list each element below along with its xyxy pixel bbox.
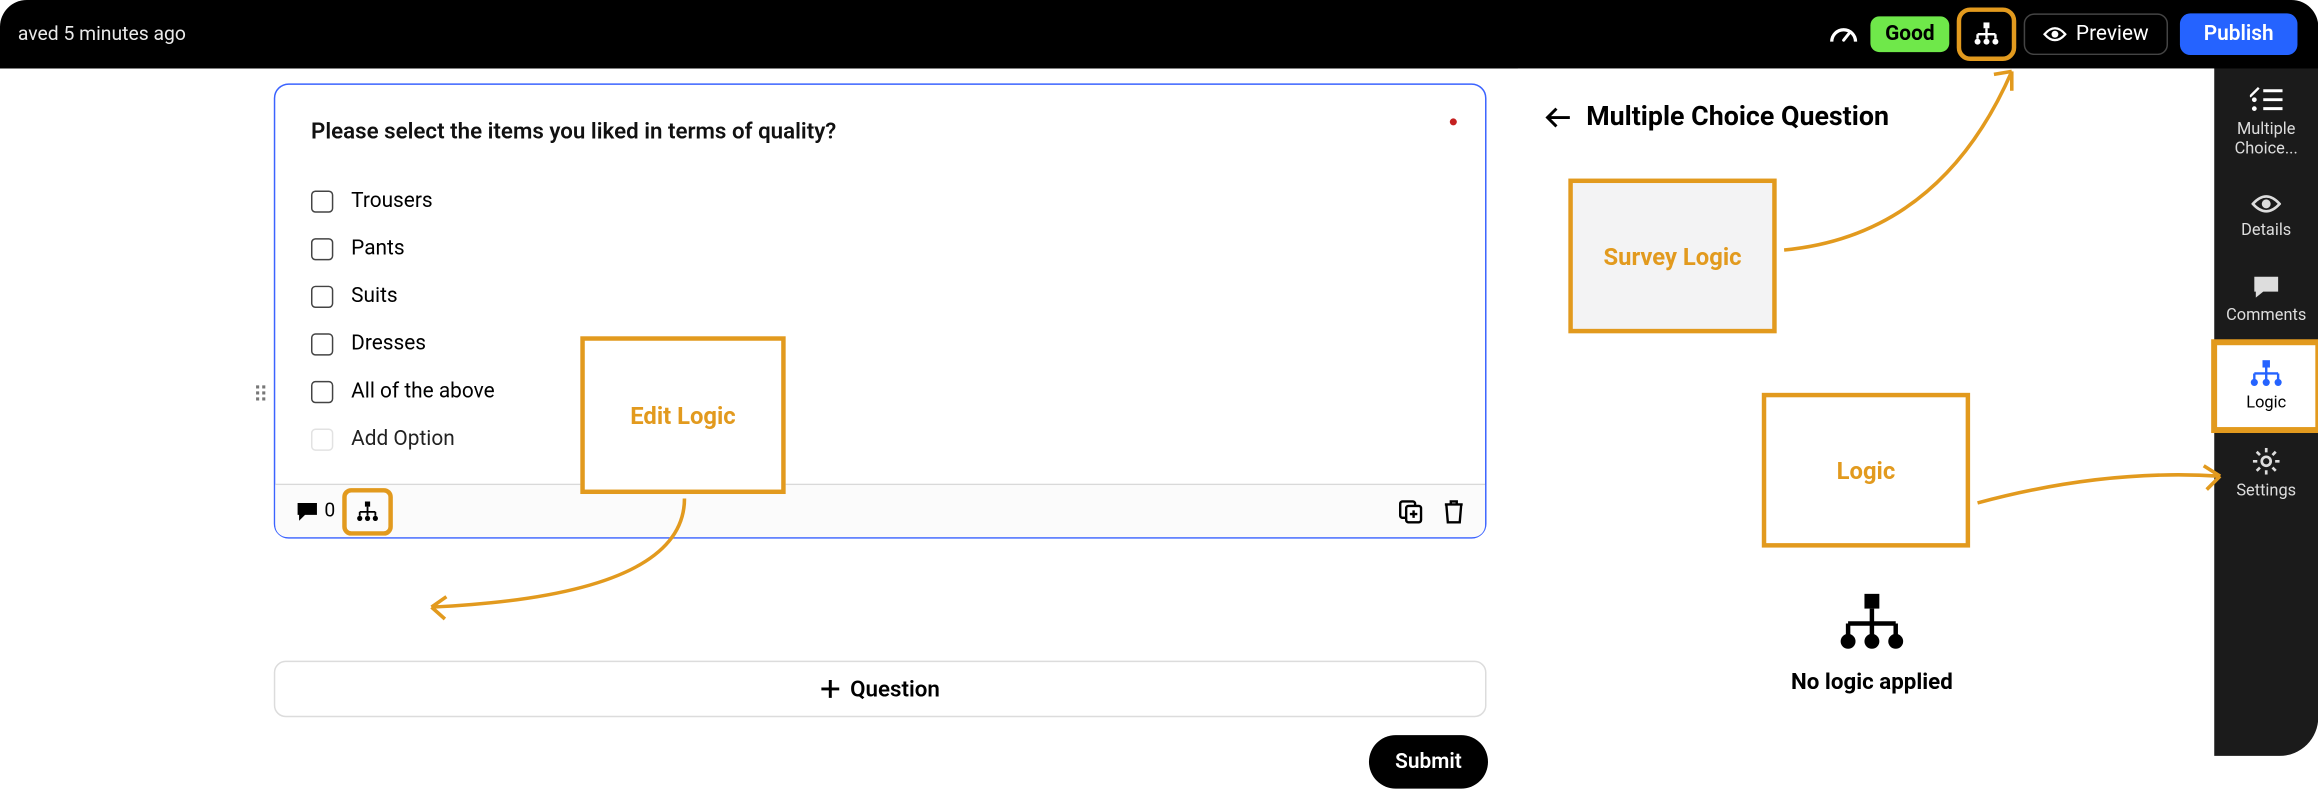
- comments-button[interactable]: 0: [296, 500, 335, 522]
- question-text[interactable]: Please select the items you liked in ter…: [311, 118, 1449, 145]
- preview-button[interactable]: Preview: [2024, 13, 2168, 55]
- right-sidebar: Multiple Choice... Details Comments Logi…: [2214, 68, 2318, 755]
- top-bar: aved 5 minutes ago Good Preview Publish: [0, 0, 2318, 68]
- logic-tree-icon: [1839, 594, 1904, 651]
- sidebar-item-multiple-choice[interactable]: Multiple Choice...: [2214, 68, 2318, 175]
- option-label: Pants: [351, 237, 404, 261]
- plus-icon: [820, 679, 841, 700]
- sidebar-label: Details: [2241, 220, 2291, 239]
- sidebar-label: Multiple: [2237, 119, 2295, 138]
- back-button[interactable]: [1545, 105, 1572, 129]
- required-indicator: ●: [1448, 112, 1458, 131]
- sidebar-label-2: Choice...: [2235, 138, 2298, 157]
- add-question-button[interactable]: Question: [274, 661, 1487, 718]
- option-label: Trousers: [351, 189, 433, 213]
- eye-icon: [2043, 25, 2067, 43]
- add-option-row[interactable]: Add Option: [311, 415, 1449, 463]
- sidebar-item-details[interactable]: Details: [2214, 176, 2318, 258]
- option-row[interactable]: Dresses: [311, 320, 1449, 368]
- arrow-left-icon: [1545, 105, 1572, 129]
- sidebar-item-logic[interactable]: Logic: [2214, 342, 2318, 430]
- no-logic-state: No logic applied: [1545, 594, 2200, 695]
- survey-logic-button[interactable]: [1961, 12, 2012, 57]
- delete-button[interactable]: [1443, 499, 1464, 523]
- no-logic-text: No logic applied: [1545, 668, 2200, 695]
- option-label: Suits: [351, 284, 398, 308]
- sidebar-label: Settings: [2236, 481, 2296, 500]
- logic-tree-icon: [2250, 360, 2283, 387]
- edit-logic-button[interactable]: [347, 492, 389, 531]
- option-row[interactable]: Trousers: [311, 177, 1449, 225]
- duplicate-icon: [1399, 499, 1423, 523]
- drag-handle-icon[interactable]: ⠿: [253, 384, 268, 408]
- question-card[interactable]: ● Please select the items you liked in t…: [274, 83, 1487, 538]
- duplicate-button[interactable]: [1399, 499, 1423, 523]
- add-option-label: Add Option: [351, 427, 455, 451]
- sidebar-label: Comments: [2226, 305, 2306, 324]
- preview-label: Preview: [2076, 22, 2149, 46]
- sidebar-item-comments[interactable]: Comments: [2214, 257, 2318, 342]
- sidebar-item-settings[interactable]: Settings: [2214, 430, 2318, 518]
- trash-icon: [1443, 499, 1464, 523]
- save-status: aved 5 minutes ago: [18, 23, 186, 45]
- comment-icon: [2253, 275, 2280, 299]
- question-footer: 0: [275, 484, 1485, 538]
- option-label: All of the above: [351, 379, 494, 403]
- checkbox-icon[interactable]: [311, 237, 333, 259]
- speedometer-icon: [1829, 24, 1859, 45]
- option-row[interactable]: Pants: [311, 225, 1449, 273]
- callout-logic: Logic: [1762, 393, 1970, 548]
- main-area: ⠿ ● Please select the items you liked in…: [0, 68, 2318, 755]
- comment-icon: [296, 501, 318, 522]
- panel-title: Multiple Choice Question: [1586, 101, 1889, 132]
- add-question-label: Question: [850, 676, 940, 703]
- option-row[interactable]: All of the above: [311, 368, 1449, 416]
- good-badge: Good: [1870, 16, 1949, 52]
- option-row[interactable]: Suits: [311, 272, 1449, 320]
- callout-edit-logic: Edit Logic: [580, 336, 785, 494]
- submit-button[interactable]: Submit: [1369, 735, 1488, 789]
- gear-icon: [2253, 448, 2280, 475]
- checkbox-icon[interactable]: [311, 285, 333, 307]
- eye-icon: [2251, 193, 2281, 214]
- sidebar-label: Logic: [2246, 393, 2286, 412]
- comment-count: 0: [324, 500, 335, 522]
- checkbox-icon[interactable]: [311, 380, 333, 402]
- callout-survey-logic: Survey Logic: [1568, 179, 1776, 334]
- checkbox-icon[interactable]: [311, 333, 333, 355]
- logic-tree-icon: [356, 501, 380, 522]
- checkbox-icon[interactable]: [311, 190, 333, 212]
- checkbox-icon: [311, 428, 333, 450]
- publish-button[interactable]: Publish: [2180, 13, 2298, 55]
- list-icon: [2250, 86, 2283, 113]
- option-label: Dresses: [351, 332, 426, 356]
